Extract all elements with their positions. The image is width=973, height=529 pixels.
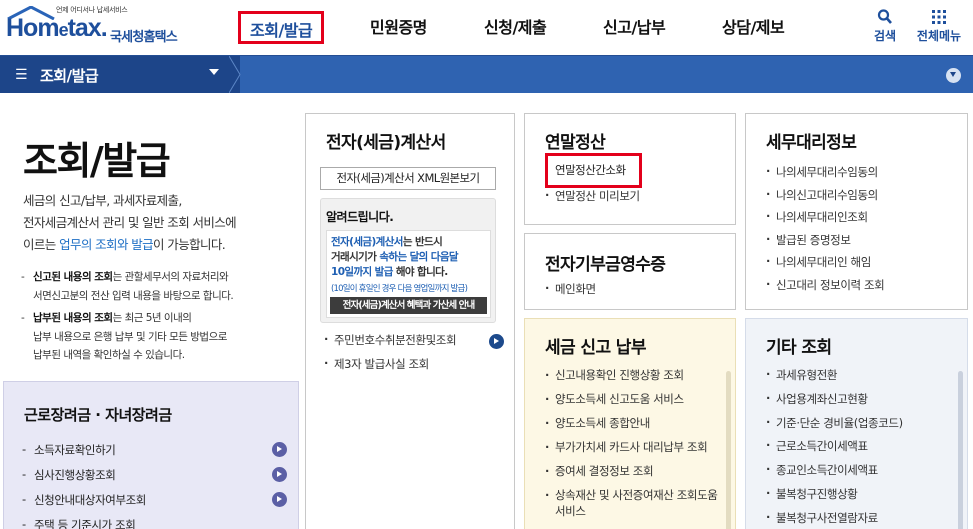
filing-item[interactable]: 부가가치세 카드사 대리납부 조회: [545, 439, 723, 455]
filing-item[interactable]: 양도소득세 종합안내: [545, 415, 723, 431]
donation-receipt-card: 전자기부금영수증 메인화면: [524, 233, 736, 310]
other-item[interactable]: 종교인소득간이세액표: [766, 462, 956, 486]
notice-body: 전자(세금)계산서는 반드시 거래시기가 속하는 달의 다음달 10일까지 발급…: [326, 230, 491, 318]
tax-invoice-item[interactable]: 제3자 발급사실 조회: [324, 356, 504, 380]
other-item[interactable]: 기준·단순 경비율(업종코드): [766, 415, 956, 439]
donation-title: 전자기부금영수증: [545, 255, 666, 275]
tax-filing-card: 세금 신고 납부 신고내용확인 진행상황 조회 양도소득세 신고도움 서비스 양…: [524, 318, 736, 529]
search-button[interactable]: 검색: [871, 8, 899, 44]
year-end-settlement-card: 연말정산 연말정산간소화 연말정산 미리보기: [524, 113, 736, 225]
location-bar: ☰ 조회/발급: [0, 55, 973, 93]
top-header: 언제 어디서나 납세서비스 Hometax. 국세청홈택스 조회/발급 민원증명…: [0, 0, 973, 55]
filing-item[interactable]: 증여세 결정정보 조회: [545, 463, 723, 479]
notice-box: 알려드립니다. 전자(세금)계산서는 반드시 거래시기가 속하는 달의 다음달 …: [320, 198, 496, 323]
agent-item[interactable]: 나의세무대리인 해임: [766, 254, 961, 277]
other-item[interactable]: 근로소득간이세액표: [766, 438, 956, 462]
page-notes: 신고된 내용의 조회는 관할세무서의 자료처리와 서면신고분의 전산 입력 내용…: [21, 268, 291, 369]
all-menu-button[interactable]: 전체메뉴: [914, 8, 964, 44]
agent-item[interactable]: 나의신고대리수임동의: [766, 187, 961, 210]
benefit-penalty-guide-button[interactable]: 전자(세금)계산서 혜택과 가산세 안내: [330, 297, 487, 314]
current-menu-dropdown[interactable]: ☰ 조회/발급: [0, 56, 240, 93]
chevron-down-circle-icon[interactable]: [946, 68, 961, 83]
current-menu-label: 조회/발급: [40, 67, 99, 85]
search-icon: [877, 9, 892, 24]
incentive-item[interactable]: 심사진행상황조회: [22, 467, 287, 492]
agent-item[interactable]: 신고대리 정보이력 조회: [766, 277, 961, 300]
agent-item[interactable]: 나의세무대리인조회: [766, 209, 961, 232]
filing-item[interactable]: 신고내용확인 진행상황 조회: [545, 367, 723, 383]
other-item[interactable]: 사업용계좌신고현황: [766, 391, 956, 415]
incentive-item[interactable]: 주택 등 기준시가 조회: [22, 517, 287, 529]
year-end-item[interactable]: 연말정산 미리보기: [545, 188, 725, 204]
gnb-civil-certificates[interactable]: 민원증명: [370, 14, 427, 44]
agent-item[interactable]: 나의세무대리수임동의: [766, 164, 961, 187]
logo-wordmark: Hometax.: [6, 14, 108, 42]
other-inquiry-card: 기타 조회 과세유형전환 사업용계좌신고현황 기준·단순 경비율(업종코드) 근…: [745, 318, 968, 529]
other-scrollbar[interactable]: [958, 371, 963, 529]
incentive-item[interactable]: 신청안내대상자여부조회: [22, 492, 287, 517]
xml-original-view-button[interactable]: 전자(세금)계산서 XML원본보기: [320, 167, 496, 190]
hometax-logo[interactable]: 언제 어디서나 납세서비스 Hometax. 국세청홈택스: [4, 4, 184, 45]
search-label: 검색: [873, 29, 897, 43]
page-title: 조회/발급: [23, 139, 171, 183]
all-menu-label: 전체메뉴: [916, 29, 962, 43]
other-item[interactable]: 불복청구사전열람자료: [766, 510, 956, 529]
year-end-title: 연말정산: [545, 133, 606, 153]
tax-invoice-title: 전자(세금)계산서: [326, 133, 446, 153]
incentive-panel: 근로장려금 · 자녀장려금 소득자료확인하기 심사진행상황조회 신청안내대상자여…: [3, 381, 299, 529]
gnb-report-payment[interactable]: 신고/납부: [603, 14, 666, 44]
arrow-right-circle-icon[interactable]: [489, 334, 504, 349]
arrow-right-circle-icon[interactable]: [272, 492, 287, 507]
filing-title: 세금 신고 납부: [545, 338, 646, 358]
caret-down-icon: [209, 69, 219, 75]
agent-item[interactable]: 발급된 증명정보: [766, 232, 961, 255]
page-description: 세금의 신고/납부, 과세자료제출, 전자세금계산서 관리 및 일반 조회 서비…: [23, 193, 237, 252]
tax-agent-card: 세무대리정보 나의세무대리수임동의 나의신고대리수임동의 나의세무대리인조회 발…: [745, 113, 968, 310]
filing-scrollbar[interactable]: [726, 371, 731, 529]
filing-item[interactable]: 상속재산 및 사전증여재산 조회도움 서비스: [545, 487, 723, 519]
tax-invoice-card: 전자(세금)계산서 전자(세금)계산서 XML원본보기 알려드립니다. 전자(세…: [305, 113, 515, 529]
other-title: 기타 조회: [766, 338, 832, 358]
logo-korean-name: 국세청홈택스: [110, 30, 178, 45]
hamburger-icon: ☰: [15, 67, 28, 83]
breadcrumb-arrow: [229, 56, 241, 93]
gnb-consult-report[interactable]: 상담/제보: [722, 14, 785, 44]
year-end-simplified-link[interactable]: 연말정산간소화: [545, 153, 642, 188]
note-reported-inquiry: 신고된 내용의 조회는 관할세무서의 자료처리와 서면신고분의 전산 입력 내용…: [21, 268, 291, 305]
incentive-title: 근로장려금 · 자녀장려금: [24, 406, 172, 424]
incentive-item[interactable]: 소득자료확인하기: [22, 442, 287, 467]
other-item[interactable]: 과세유형전환: [766, 367, 956, 391]
gnb-application-submission[interactable]: 신청/제출: [484, 14, 547, 44]
filing-item[interactable]: 양도소득세 신고도움 서비스: [545, 391, 723, 407]
note-paid-inquiry: 납부된 내용의 조회는 최근 5년 이내의 납부 내용으로 은행 납부 및 기타…: [21, 309, 291, 365]
grid-menu-icon: [932, 10, 946, 24]
agent-title: 세무대리정보: [766, 133, 857, 153]
gnb-inquiry-issue[interactable]: 조회/발급: [238, 11, 325, 44]
arrow-right-circle-icon[interactable]: [272, 467, 287, 482]
arrow-right-circle-icon[interactable]: [272, 442, 287, 457]
donation-item[interactable]: 메인화면: [545, 281, 596, 297]
notice-title: 알려드립니다.: [326, 210, 394, 224]
tax-invoice-item[interactable]: 주민번호수취분전환및조회: [324, 332, 504, 356]
other-item[interactable]: 불복청구진행상황: [766, 486, 956, 510]
